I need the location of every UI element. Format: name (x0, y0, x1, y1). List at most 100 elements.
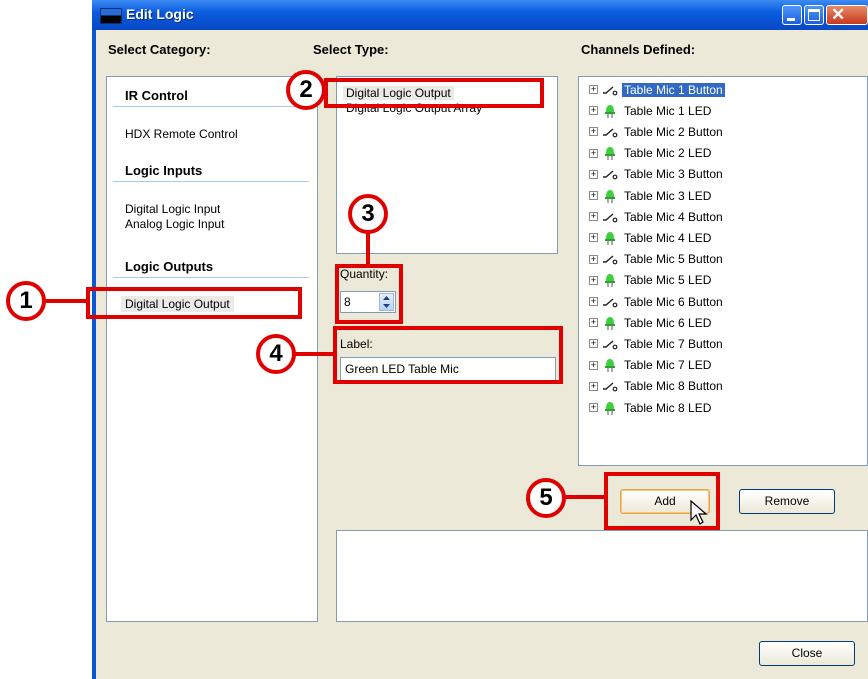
maximize-button[interactable] (804, 5, 824, 25)
channel-row[interactable]: + Table Mic 6 LED (589, 312, 713, 333)
expand-icon[interactable]: + (589, 127, 598, 137)
channel-label: Table Mic 8 Button (624, 379, 723, 394)
expand-icon[interactable]: + (589, 233, 598, 243)
green-led-icon (605, 359, 615, 373)
expand-icon[interactable]: + (589, 254, 598, 264)
green-led-icon (605, 189, 615, 203)
callout-2-marker: 2 (286, 70, 326, 110)
channel-row[interactable]: + Table Mic 6 Button (589, 291, 725, 312)
expand-icon[interactable]: + (589, 318, 598, 328)
category-item-digital-logic-input[interactable]: Digital Logic Input (125, 202, 220, 216)
callout-1-highlight (86, 287, 302, 319)
select-category-header: Select Category: (108, 42, 211, 57)
expand-icon[interactable]: + (589, 148, 598, 158)
channels-tree[interactable]: + Table Mic 1 Button + Table Mic 1 LED + Tabl… (578, 76, 868, 466)
callout-5-highlight (604, 472, 720, 530)
expand-icon[interactable]: + (589, 106, 598, 116)
channel-row[interactable]: + Table Mic 4 Button (589, 206, 725, 227)
minimize-icon (787, 18, 795, 21)
channel-label: Table Mic 4 Button (624, 209, 723, 224)
channels-defined-header: Channels Defined: (581, 42, 696, 57)
expand-icon[interactable]: + (589, 212, 598, 222)
channel-row[interactable]: + Table Mic 8 LED (589, 397, 713, 418)
callout-1-marker: 1 (6, 281, 46, 321)
details-panel (336, 530, 868, 622)
expand-icon[interactable]: + (589, 403, 598, 412)
section-title: Logic Outputs (125, 259, 214, 274)
switch-icon (603, 382, 618, 392)
channel-row[interactable]: + Table Mic 5 Button (589, 249, 725, 270)
expand-icon[interactable]: + (589, 360, 598, 370)
channel-label: Table Mic 6 LED (624, 315, 712, 330)
channel-row[interactable]: + Table Mic 2 LED (589, 143, 713, 164)
callout-3-highlight (335, 264, 403, 324)
minimize-button[interactable] (782, 5, 802, 25)
switch-icon (603, 213, 618, 223)
select-type-header: Select Type: (313, 42, 389, 57)
expand-icon[interactable]: + (589, 169, 598, 179)
callout-4-highlight (333, 326, 563, 384)
switch-icon (603, 170, 618, 180)
category-item-analog-logic-input[interactable]: Analog Logic Input (125, 217, 224, 231)
callout-4-line (294, 352, 336, 356)
close-button[interactable]: Close (759, 641, 855, 666)
channel-label: Table Mic 2 Button (624, 124, 723, 139)
channel-label: Table Mic 1 LED (624, 103, 712, 118)
channel-label: Table Mic 3 LED (624, 188, 712, 203)
channel-row[interactable]: + Table Mic 4 LED (589, 227, 713, 248)
green-led-icon (605, 316, 615, 330)
switch-icon (603, 255, 618, 265)
channel-label: Table Mic 7 Button (624, 336, 723, 351)
channel-row[interactable]: + Table Mic 3 Button (589, 164, 725, 185)
expand-icon[interactable]: + (589, 85, 598, 94)
green-led-icon (605, 401, 615, 415)
app-icon (100, 8, 122, 24)
expand-icon[interactable]: + (589, 297, 598, 306)
category-item-hdx-remote[interactable]: HDX Remote Control (125, 127, 238, 141)
green-led-icon (605, 147, 615, 161)
channel-label: Table Mic 3 Button (624, 167, 723, 182)
category-section-logic-outputs: Logic Outputs (113, 259, 309, 278)
callout-4-marker: 4 (256, 334, 296, 374)
expand-icon[interactable]: + (589, 339, 598, 349)
channel-row[interactable]: + Table Mic 5 LED (589, 270, 713, 291)
callout-3-line (366, 232, 370, 266)
switch-icon (603, 85, 618, 95)
expand-icon[interactable]: + (589, 275, 598, 285)
channel-row[interactable]: + Table Mic 3 LED (589, 185, 713, 206)
expand-icon[interactable]: + (589, 381, 598, 391)
channel-row[interactable]: + Table Mic 2 Button (589, 121, 725, 142)
channel-row[interactable]: + Table Mic 8 Button (589, 376, 725, 397)
green-led-icon (605, 231, 615, 245)
channel-row[interactable]: + Table Mic 7 LED (589, 355, 713, 376)
category-section-logic-inputs: Logic Inputs (113, 163, 309, 182)
switch-icon (603, 340, 618, 350)
channel-label: Table Mic 4 LED (624, 230, 712, 245)
channel-row[interactable]: + Table Mic 1 LED (589, 100, 713, 121)
maximize-icon (808, 9, 820, 21)
green-led-icon (605, 274, 615, 288)
channel-row[interactable]: + Table Mic 7 Button (589, 333, 725, 354)
callout-1-line (42, 299, 88, 303)
green-led-icon (605, 104, 615, 118)
channel-label: Table Mic 7 LED (624, 358, 712, 373)
channel-label: Table Mic 5 Button (624, 252, 723, 267)
channel-label: Table Mic 8 LED (624, 400, 712, 415)
window-title: Edit Logic (126, 6, 194, 22)
section-title: IR Control (125, 88, 188, 103)
callout-5-marker: 5 (526, 478, 566, 518)
switch-icon (603, 128, 618, 138)
switch-icon (603, 297, 618, 307)
callout-2-highlight (324, 78, 544, 108)
callout-3-marker: 3 (348, 194, 388, 234)
close-icon: ✕ (831, 5, 846, 24)
title-bar[interactable]: Edit Logic ✕ (92, 0, 868, 30)
channel-label: Table Mic 1 Button (622, 82, 725, 97)
callout-5-line (564, 495, 606, 499)
close-window-button[interactable]: ✕ (826, 5, 868, 25)
channel-row[interactable]: + Table Mic 1 Button (589, 79, 725, 100)
channel-label: Table Mic 6 Button (624, 294, 723, 309)
expand-icon[interactable]: + (589, 191, 598, 200)
remove-button[interactable]: Remove (739, 489, 835, 514)
section-title: Logic Inputs (125, 163, 203, 178)
